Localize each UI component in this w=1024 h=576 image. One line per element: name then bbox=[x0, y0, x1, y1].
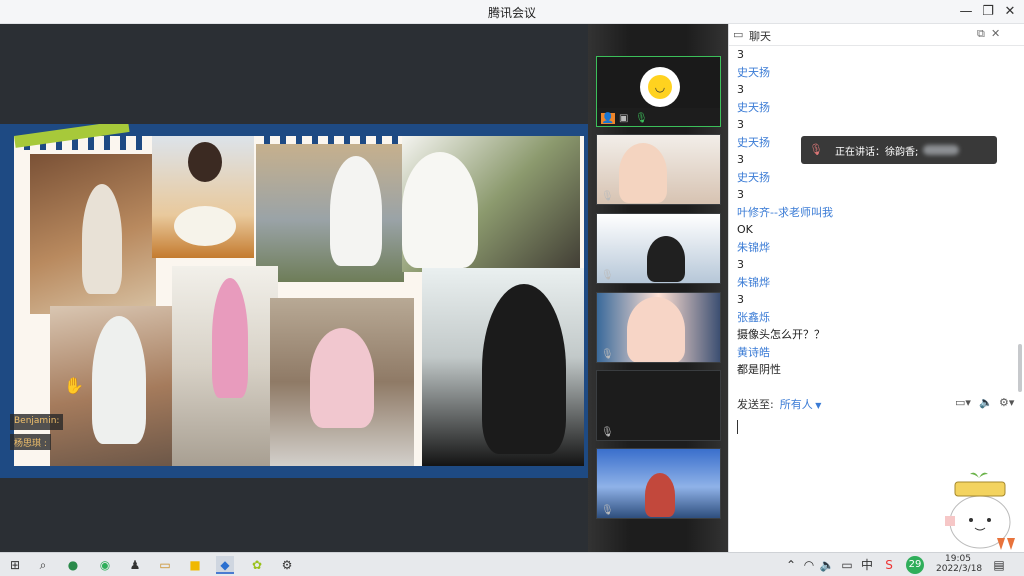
chat-sender: 黄诗皓 bbox=[737, 345, 770, 359]
main-stage: Benjamin: ✋ 杨思琪 : 👤 ▣ 🎙 bbox=[0, 24, 588, 576]
raise-hand-icon: ✋ bbox=[64, 376, 84, 395]
title-bar: 腾讯会议 — ❐ ✕ bbox=[0, 0, 1024, 24]
mic-muted-icon: 🎙 bbox=[601, 270, 614, 281]
participant-tile[interactable]: 🎙 bbox=[596, 370, 721, 441]
settings-icon[interactable]: ⚙▾ bbox=[999, 396, 1014, 409]
action-center-icon[interactable]: ▤ bbox=[990, 556, 1008, 574]
chat-message: 3 bbox=[737, 293, 744, 306]
battery-icon[interactable]: ▭ bbox=[838, 556, 856, 574]
photo-watering-plants bbox=[402, 136, 580, 272]
mic-muted-icon: 🎙 bbox=[601, 191, 614, 202]
chat-message: 3 bbox=[737, 258, 744, 271]
minimize-icon[interactable]: — bbox=[956, 2, 976, 22]
settings-icon[interactable]: ⚙ bbox=[278, 556, 296, 574]
wechat-icon[interactable]: ◉ bbox=[96, 556, 114, 574]
participant-label: 杨思琪 : bbox=[10, 434, 51, 450]
mic-icon: 🎙 bbox=[635, 113, 648, 124]
close-icon[interactable]: ✕ bbox=[991, 27, 1000, 40]
photo-boy-with-food bbox=[152, 136, 254, 258]
participant-tile[interactable]: 🎙 bbox=[596, 292, 721, 363]
chat-sender: 张鑫烁 bbox=[737, 310, 770, 324]
chat-sender: 史天扬 bbox=[737, 100, 770, 114]
mic-muted-icon: 🎙 bbox=[601, 349, 614, 360]
mic-muted-icon: 🎙 bbox=[601, 505, 614, 516]
mic-muted-icon: 🎙 bbox=[601, 427, 614, 438]
chat-sender: 史天扬 bbox=[737, 65, 770, 79]
chat-sender: 朱锦烨 bbox=[737, 275, 770, 289]
avatar: ◡ bbox=[640, 67, 680, 107]
notification-badge[interactable]: 29 bbox=[906, 556, 924, 574]
chat-message: 摄像头怎么开？？ bbox=[737, 328, 825, 341]
photo-collage bbox=[14, 124, 584, 466]
sticker-mascot bbox=[945, 472, 1015, 550]
chat-panel: ▭ 聊天 ⧉ ✕ 3 史天扬 3 史天扬 3 史天扬 3 史天扬 3 叶修齐--求老师叫我 OK 朱锦… bbox=[728, 24, 1024, 552]
qq-icon[interactable]: ♟ bbox=[126, 556, 144, 574]
photo-boy-washing-dishes bbox=[422, 268, 584, 466]
shared-screen: Benjamin: ✋ 杨思琪 : bbox=[0, 124, 588, 478]
volume-icon[interactable]: 🔈 bbox=[818, 556, 836, 574]
blurred-name bbox=[923, 145, 959, 155]
maximize-icon[interactable]: ❐ bbox=[978, 2, 998, 22]
chat-message: 3 bbox=[737, 118, 744, 131]
sticky-notes-icon[interactable]: ■ bbox=[186, 556, 204, 574]
chat-sender: 史天扬 bbox=[737, 170, 770, 184]
chat-title: 聊天 bbox=[749, 30, 771, 43]
folder-icon[interactable]: ▭▾ bbox=[955, 396, 971, 409]
participant-tile[interactable]: ◡ 👤 ▣ 🎙 bbox=[596, 56, 721, 127]
chat-icon: ▭ bbox=[733, 28, 744, 41]
tencent-meeting-icon[interactable]: ◆ bbox=[216, 556, 234, 574]
window-title: 腾讯会议 bbox=[487, 6, 536, 20]
close-icon[interactable]: ✕ bbox=[1000, 2, 1020, 22]
app-icon[interactable]: ✿ bbox=[248, 556, 266, 574]
start-icon[interactable]: ⊞ bbox=[6, 556, 24, 574]
chat-message: 都是阴性 bbox=[737, 363, 781, 376]
photo-girl-mopping bbox=[270, 298, 414, 466]
participant-tile[interactable]: 🎙 bbox=[596, 448, 721, 519]
send-to-dropdown[interactable]: 所有人 bbox=[780, 398, 813, 411]
popout-icon[interactable]: ⧉ bbox=[977, 27, 985, 41]
browser-icon[interactable]: ● bbox=[64, 556, 82, 574]
participant-tile[interactable]: 🎙 bbox=[596, 213, 721, 284]
text-caret bbox=[737, 420, 738, 434]
participant-tile[interactable]: 🎙 bbox=[596, 134, 721, 205]
chat-sender: 叶修齐--求老师叫我 bbox=[737, 205, 833, 219]
chat-message: 3 bbox=[737, 188, 744, 201]
chevron-up-icon[interactable]: ⌃ bbox=[782, 556, 800, 574]
wps-icon[interactable]: S bbox=[880, 556, 898, 574]
chat-scrollbar[interactable] bbox=[1018, 344, 1022, 392]
wifi-icon[interactable]: ◠ bbox=[800, 556, 818, 574]
clock[interactable]: 19:05 2022/3/18 bbox=[936, 554, 982, 574]
chat-sender: 朱锦烨 bbox=[737, 240, 770, 254]
participant-icon: 👤 bbox=[601, 113, 615, 124]
ime-indicator[interactable]: 中 bbox=[858, 556, 876, 574]
chat-message: 3 bbox=[737, 48, 744, 61]
mic-icon: 🎙 bbox=[809, 143, 823, 156]
search-icon[interactable]: ⌕ bbox=[34, 556, 52, 574]
photo-girl-jumping-rope bbox=[172, 266, 278, 466]
send-to: 发送至: 所有人 ▼ bbox=[737, 398, 822, 411]
photo-boy-cleaning-vegetables bbox=[256, 144, 404, 282]
participant-label: Benjamin: bbox=[10, 414, 64, 430]
participant-strip: ◡ 👤 ▣ 🎙 🎙 🎙 🎙 🎙 🎙 bbox=[588, 24, 728, 552]
chat-messages: 3 史天扬 3 史天扬 3 史天扬 3 史天扬 3 叶修齐--求老师叫我 OK 朱锦烨 3 朱锦烨 3 张鑫烁… bbox=[737, 46, 1007, 384]
chat-message: OK bbox=[737, 223, 753, 236]
chat-header: ▭ 聊天 ⧉ ✕ bbox=[729, 24, 1024, 46]
screen-share-icon: ▣ bbox=[619, 113, 629, 124]
photo-sweeping-boy bbox=[30, 154, 156, 314]
speaking-indicator: 🎙 正在讲话：徐韵香; bbox=[801, 136, 997, 164]
file-explorer-icon[interactable]: ▭ bbox=[156, 556, 174, 574]
chat-message: 3 bbox=[737, 83, 744, 96]
volume-icon[interactable]: 🔈 bbox=[979, 396, 993, 409]
taskbar: ⊞ ⌕ ● ◉ ♟ ▭ ■ ◆ ✿ ⚙ ⌃ ◠ 🔈 ▭ 中 S 29 19:05… bbox=[0, 552, 1024, 576]
